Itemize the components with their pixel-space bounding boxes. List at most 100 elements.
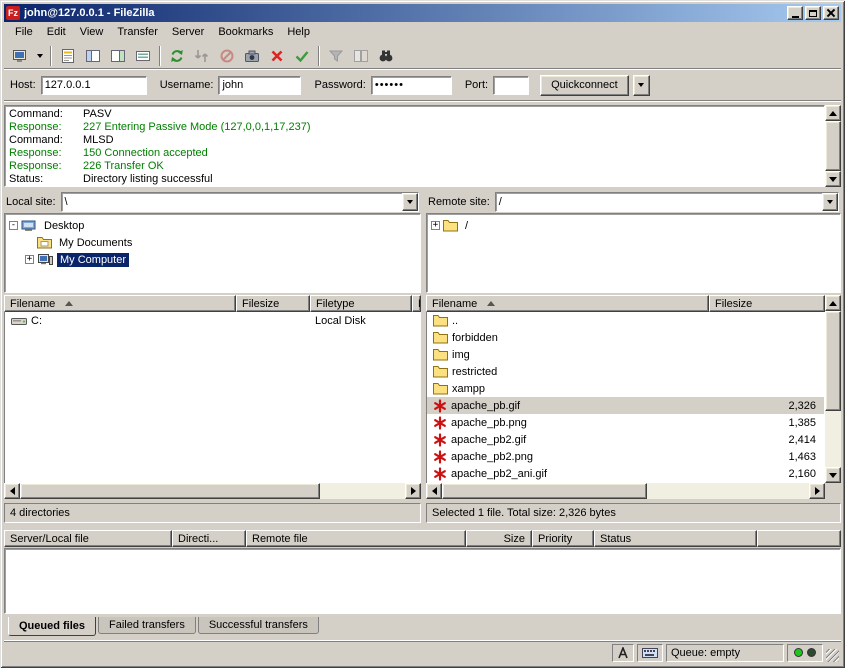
snapshot-button[interactable] — [240, 44, 264, 67]
arrow-left-icon — [432, 487, 437, 495]
column-header-lastmodified[interactable]: L — [412, 295, 421, 312]
maximize-button[interactable] — [805, 6, 821, 20]
file-row-selected[interactable]: apache_pb.gif 2,326 — [427, 397, 824, 414]
menu-transfer[interactable]: Transfer — [110, 24, 165, 40]
folder-icon — [433, 348, 448, 361]
scroll-up-button[interactable] — [825, 295, 841, 311]
tree-item-root[interactable]: + / — [431, 217, 840, 234]
password-input[interactable] — [371, 76, 452, 95]
reconnect-button[interactable] — [290, 44, 314, 67]
column-header-size[interactable]: Size — [466, 530, 532, 547]
tree-item-desktop[interactable]: - Desktop — [9, 217, 420, 234]
tree-item-my-computer[interactable]: + My Computer — [25, 251, 420, 268]
file-row[interactable]: xampp — [427, 380, 824, 397]
scroll-right-button[interactable] — [809, 483, 825, 499]
local-horizontal-scrollbar[interactable] — [4, 483, 421, 499]
queue-status-panel: Queue: empty — [666, 644, 784, 662]
site-manager-dropdown-button[interactable] — [33, 44, 46, 67]
queue-list[interactable] — [4, 548, 841, 614]
statusbar: Queue: empty — [4, 640, 841, 664]
column-header-direction[interactable]: Directi... — [172, 530, 246, 547]
menu-bookmarks[interactable]: Bookmarks — [211, 24, 280, 40]
column-header-filename[interactable]: Filename — [4, 295, 236, 312]
file-row[interactable]: img — [427, 346, 824, 363]
remote-file-list[interactable]: .. forbidden img restricted — [426, 312, 825, 483]
quickconnect-dropdown-button[interactable] — [633, 75, 650, 96]
column-header-filename[interactable]: Filename — [426, 295, 709, 312]
file-row[interactable]: forbidden — [427, 329, 824, 346]
file-row[interactable]: apache_pb2.gif 2,414 — [427, 431, 824, 448]
file-size: 2,160 — [788, 468, 816, 480]
column-header-remote-file[interactable]: Remote file — [246, 530, 466, 547]
log-scrollbar[interactable] — [825, 105, 841, 187]
column-header-filetype[interactable]: Filetype — [310, 295, 412, 312]
message-log-text[interactable]: Command:PASV Response:227 Entering Passi… — [4, 105, 825, 187]
remote-site-combobox[interactable]: / — [495, 192, 839, 212]
remote-tree[interactable]: + / — [426, 213, 841, 293]
menu-help[interactable]: Help — [280, 24, 317, 40]
minimize-button[interactable] — [787, 6, 803, 20]
scroll-down-button[interactable] — [825, 171, 841, 187]
column-header-filesize[interactable]: Filesize — [709, 295, 825, 312]
menu-view[interactable]: View — [73, 24, 111, 40]
column-header-filesize[interactable]: Filesize — [236, 295, 310, 312]
expand-icon[interactable]: + — [431, 221, 440, 230]
scroll-up-button[interactable] — [825, 105, 841, 121]
scrollbar-thumb[interactable] — [825, 311, 841, 411]
toggle-log-button[interactable] — [56, 44, 80, 67]
local-file-list[interactable]: C: Local Disk — [4, 312, 421, 483]
file-row[interactable]: apache_pb2_ani.gif 2,160 — [427, 465, 824, 482]
host-input[interactable] — [41, 76, 147, 95]
resize-grip[interactable] — [826, 649, 839, 662]
scroll-down-button[interactable] — [825, 467, 841, 483]
keyboard-indicator[interactable] — [637, 644, 663, 662]
refresh-button[interactable] — [165, 44, 189, 67]
menu-server[interactable]: Server — [165, 24, 211, 40]
file-row[interactable]: .. — [427, 312, 824, 329]
toggle-queue-button[interactable] — [131, 44, 155, 67]
file-row[interactable]: apache_pb.png 1,385 — [427, 414, 824, 431]
transfer-type-indicator[interactable] — [612, 644, 634, 662]
cancel-button[interactable] — [215, 44, 239, 67]
find-button[interactable] — [374, 44, 398, 67]
scrollbar-thumb[interactable] — [442, 483, 647, 499]
tab-queued-files[interactable]: Queued files — [8, 617, 96, 636]
scrollbar-thumb[interactable] — [20, 483, 320, 499]
quickconnect-button[interactable]: Quickconnect — [540, 75, 629, 96]
username-input[interactable] — [218, 76, 301, 95]
toolbar-separator — [318, 46, 320, 66]
column-header-priority[interactable]: Priority — [532, 530, 594, 547]
toggle-local-tree-button[interactable] — [81, 44, 105, 67]
tab-failed-transfers[interactable]: Failed transfers — [98, 617, 196, 634]
tree-item-my-documents[interactable]: My Documents — [25, 234, 420, 251]
expand-icon[interactable]: + — [25, 255, 34, 264]
remote-site-dropdown-button[interactable] — [822, 193, 838, 211]
scroll-right-button[interactable] — [405, 483, 421, 499]
remote-horizontal-scrollbar[interactable] — [426, 483, 825, 499]
file-row[interactable]: C: Local Disk — [5, 312, 420, 329]
collapse-icon[interactable]: - — [9, 221, 18, 230]
compare-button[interactable] — [349, 44, 373, 67]
local-site-dropdown-button[interactable] — [402, 193, 418, 211]
snapshot-icon — [244, 48, 260, 64]
column-header-status[interactable]: Status — [594, 530, 757, 547]
column-header-server-local-file[interactable]: Server/Local file — [4, 530, 172, 547]
process-queue-button[interactable] — [190, 44, 214, 67]
file-row[interactable]: apache_pb2.png 1,463 — [427, 448, 824, 465]
filter-button[interactable] — [324, 44, 348, 67]
local-tree[interactable]: - Desktop My Documents + My Computer — [4, 213, 421, 293]
local-site-combobox[interactable]: \ — [61, 192, 419, 212]
menu-file[interactable]: File — [8, 24, 40, 40]
menu-edit[interactable]: Edit — [40, 24, 73, 40]
scrollbar-thumb[interactable] — [825, 121, 841, 171]
remote-vertical-scrollbar[interactable] — [825, 295, 841, 483]
close-button[interactable] — [823, 6, 839, 20]
port-input[interactable] — [493, 76, 529, 95]
scroll-left-button[interactable] — [426, 483, 442, 499]
disconnect-button[interactable] — [265, 44, 289, 67]
scroll-left-button[interactable] — [4, 483, 20, 499]
tab-successful-transfers[interactable]: Successful transfers — [198, 617, 319, 634]
toggle-remote-tree-button[interactable] — [106, 44, 130, 67]
site-manager-button[interactable] — [8, 44, 32, 67]
file-row[interactable]: restricted — [427, 363, 824, 380]
